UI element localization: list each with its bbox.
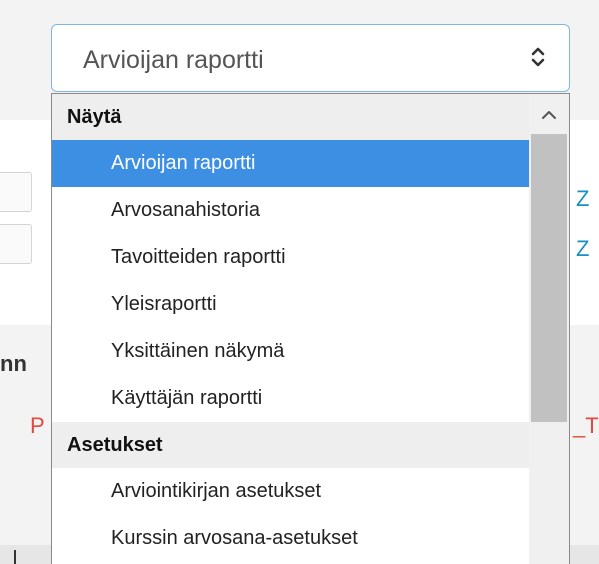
option-single-view[interactable]: Yksittäinen näkymä xyxy=(52,328,529,375)
background-error-fragment-left[interactable]: P xyxy=(30,413,45,439)
background-error-fragment-right[interactable]: _T xyxy=(573,413,599,439)
up-down-chevrons-icon xyxy=(531,45,545,69)
dropdown-scrollbar[interactable] xyxy=(529,94,569,564)
background-heading-fragment: nn xyxy=(0,351,27,376)
page: Z Z nn P _T Arvioijan raportti Näytä Arv… xyxy=(0,0,599,564)
option-list: Näytä Arvioijan raportti Arvosanahistori… xyxy=(52,94,529,562)
option-grade-history[interactable]: Arvosanahistoria xyxy=(52,187,529,234)
background-link-1[interactable]: Z xyxy=(576,186,589,212)
option-grader-report[interactable]: Arvioijan raportti xyxy=(52,140,529,187)
option-gradebook-setup[interactable]: Arviointikirjan asetukset xyxy=(52,468,529,515)
option-user-report[interactable]: Käyttäjän raportti xyxy=(52,375,529,422)
optgroup-label-view: Näytä xyxy=(52,94,529,140)
optgroup-label-settings: Asetukset xyxy=(52,422,529,468)
background-link-2[interactable]: Z xyxy=(576,236,589,262)
scrollbar-thumb[interactable] xyxy=(531,134,567,422)
report-select-dropdown[interactable]: Näytä Arvioijan raportti Arvosanahistori… xyxy=(51,93,570,564)
report-select-value: Arvioijan raportti xyxy=(83,46,264,74)
background-input-1[interactable] xyxy=(0,172,32,212)
option-outcomes-report[interactable]: Tavoitteiden raportti xyxy=(52,234,529,281)
option-course-grade-settings[interactable]: Kurssin arvosana-asetukset xyxy=(52,515,529,562)
text-cursor xyxy=(14,550,16,564)
background-input-2[interactable] xyxy=(0,224,32,264)
chevron-up-icon[interactable] xyxy=(529,94,569,134)
option-overview-report[interactable]: Yleisraportti xyxy=(52,281,529,328)
report-select[interactable]: Arvioijan raportti xyxy=(51,24,570,92)
